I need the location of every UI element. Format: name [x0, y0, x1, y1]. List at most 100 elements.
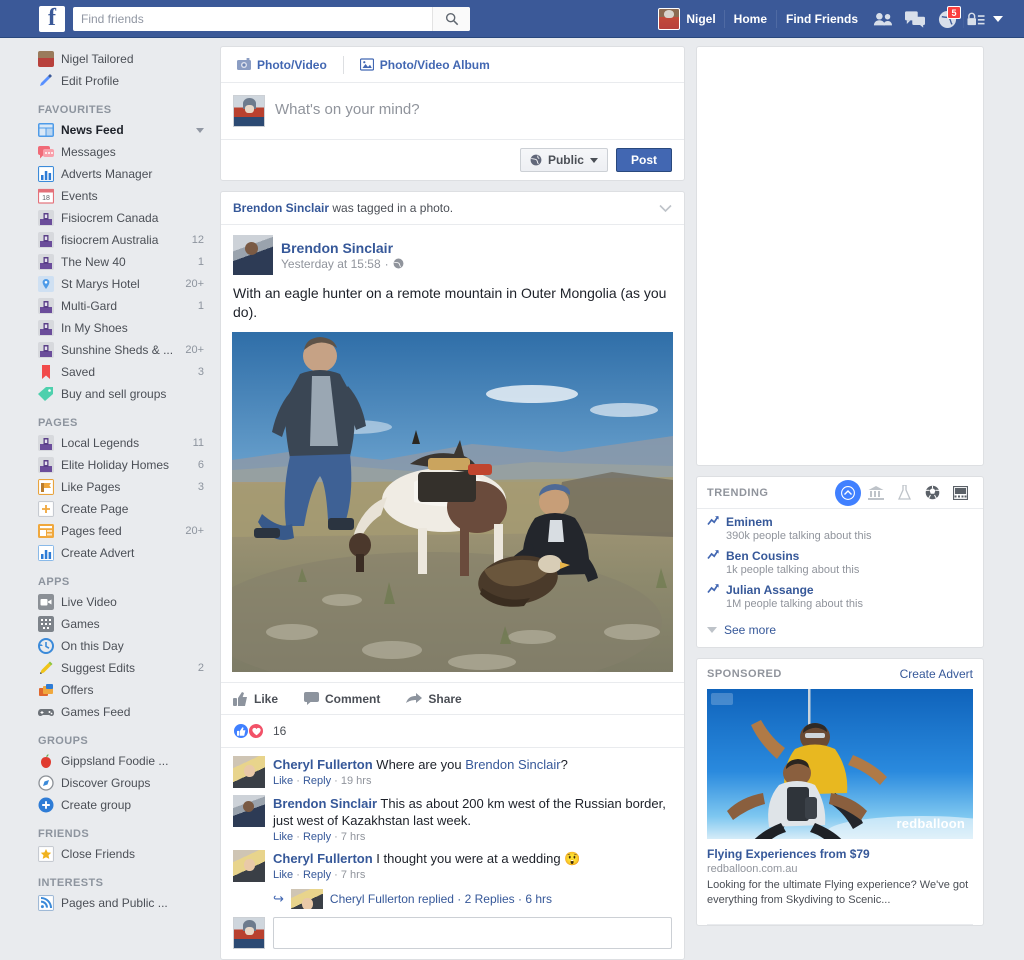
globe-icon [393, 258, 404, 269]
account-menu-icon[interactable] [988, 5, 1008, 33]
replies-summary-row[interactable]: ↪ Cheryl Fullerton replied · 2 Replies · … [273, 889, 672, 909]
sidebar-item-discover-groups[interactable]: Discover Groups [0, 772, 218, 794]
entertainment-icon[interactable] [947, 480, 973, 506]
sidebar-item-fisiocrem-australia[interactable]: fisiocrem Australia 12 [0, 229, 218, 251]
sidebar-item-offers[interactable]: Offers [0, 679, 218, 701]
sidebar-item-messages[interactable]: Messages [0, 141, 218, 163]
sidebar-item-edit-profile[interactable]: Edit Profile [0, 70, 218, 92]
post-author-name[interactable]: Brendon Sinclair [281, 240, 404, 256]
comments-list: Cheryl Fullerton Where are you Brendon S… [221, 748, 684, 909]
nav-profile-link[interactable]: Nigel [650, 5, 723, 33]
search-bar[interactable] [73, 6, 470, 31]
comment-like-button[interactable]: Like [273, 775, 293, 787]
messages-icon[interactable] [899, 5, 931, 33]
status-input[interactable] [275, 95, 672, 118]
trending-item[interactable]: Julian Assange 1M people talking about th… [707, 583, 973, 610]
comment-reply-button[interactable]: Reply [303, 831, 331, 843]
avatar[interactable] [233, 795, 265, 827]
ad-headline[interactable]: Flying Experiences from $79 [707, 847, 973, 861]
sidebar-item-pages-feed[interactable]: Pages feed 20+ [0, 520, 218, 542]
trending-item[interactable]: Eminem 390k people talking about this [707, 515, 973, 542]
comment-author-link[interactable]: Cheryl Fullerton [273, 851, 373, 866]
sidebar-item-events[interactable]: 18 Events [0, 185, 218, 207]
sidebar-item-saved[interactable]: Saved 3 [0, 361, 218, 383]
bookmark-icon [38, 364, 54, 380]
science-icon[interactable] [891, 480, 917, 506]
trending-name[interactable]: Ben Cousins [726, 549, 799, 563]
create-advert-link[interactable]: Create Advert [900, 667, 973, 681]
sponsored-ad-text: Flying Experiences from $79 redballoon.c… [697, 839, 983, 918]
sidebar-item-create-advert[interactable]: Create Advert [0, 542, 218, 564]
post-photo[interactable] [232, 332, 673, 672]
privacy-shortcuts-icon[interactable] [964, 5, 988, 33]
sidebar-item-pages-and-public[interactable]: Pages and Public ... [0, 892, 218, 914]
sidebar-item-games[interactable]: Games [0, 613, 218, 635]
tab-photo-video[interactable]: Photo/Video [233, 58, 331, 72]
sidebar-item-the-new-40[interactable]: The New 40 1 [0, 251, 218, 273]
story-actor-link[interactable]: Brendon Sinclair [233, 201, 329, 215]
sports-icon[interactable] [919, 480, 945, 506]
politics-icon[interactable] [863, 480, 889, 506]
sidebar-item-close-friends[interactable]: Close Friends [0, 843, 218, 865]
comment-author-link[interactable]: Cheryl Fullerton [273, 757, 373, 772]
chevron-down-icon[interactable] [196, 127, 204, 133]
nav-find-friends-link[interactable]: Find Friends [777, 5, 867, 33]
sidebar-item-label: Saved [61, 365, 96, 379]
comment-reply-button[interactable]: Reply [303, 869, 331, 881]
sidebar-item-like-pages[interactable]: Like Pages 3 [0, 476, 218, 498]
post-author-block: Brendon Sinclair Yesterday at 15:58 · [221, 225, 684, 275]
trending-name[interactable]: Julian Assange [726, 583, 814, 597]
avatar[interactable] [233, 756, 265, 788]
reaction-summary[interactable]: 16 [221, 715, 684, 748]
tab-photo-video-album[interactable]: Photo/Video Album [356, 58, 494, 72]
sidebar-item-profile[interactable]: Nigel Tailored [0, 48, 218, 70]
nav-home-link[interactable]: Home [725, 5, 776, 33]
sidebar-item-suggest-edits[interactable]: Suggest Edits 2 [0, 657, 218, 679]
avatar[interactable] [233, 850, 265, 882]
sidebar-item-live-video[interactable]: Live Video [0, 591, 218, 613]
sidebar-item-count: 3 [197, 366, 204, 378]
comment-like-button[interactable]: Like [273, 869, 293, 881]
sidebar-item-gippsland-foodie[interactable]: Gippsland Foodie ... [0, 750, 218, 772]
sidebar-item-local-legends[interactable]: Local Legends 11 [0, 432, 218, 454]
trending-name[interactable]: Eminem [726, 515, 773, 529]
comment-like-button[interactable]: Like [273, 831, 293, 843]
privacy-selector[interactable]: Public [519, 148, 608, 172]
post-options-chevron-down-icon[interactable] [659, 204, 672, 213]
post-button[interactable]: Post [615, 148, 672, 172]
share-button[interactable]: Share [406, 692, 462, 706]
sidebar-item-games-feed[interactable]: Games Feed [0, 701, 218, 723]
notifications-icon[interactable]: 5 [931, 5, 963, 33]
comment-button[interactable]: Comment [304, 692, 380, 706]
comment-author-link[interactable]: Brendon Sinclair [273, 796, 377, 811]
sidebar-item-adverts-manager[interactable]: Adverts Manager [0, 163, 218, 185]
avatar[interactable] [233, 235, 273, 275]
trending-all-icon[interactable] [835, 479, 861, 506]
sidebar-item-sunshine-sheds[interactable]: Sunshine Sheds & ... 20+ [0, 339, 218, 361]
comment-meta: Like · Reply · 19 hrs [273, 775, 372, 787]
sidebar-item-multi-gard[interactable]: Multi-Gard 1 [0, 295, 218, 317]
facebook-logo[interactable]: f [39, 5, 65, 32]
sidebar-item-news-feed[interactable]: News Feed [0, 119, 218, 141]
sidebar-item-buy-and-sell-groups[interactable]: Buy and sell groups [0, 383, 218, 405]
sidebar-item-on-this-day[interactable]: On this Day [0, 635, 218, 657]
sidebar-item-elite-holiday-homes[interactable]: Elite Holiday Homes 6 [0, 454, 218, 476]
comment-mention-link[interactable]: Brendon Sinclair [465, 757, 560, 772]
sidebar-item-label: Offers [61, 683, 94, 697]
comment-reply-button[interactable]: Reply [303, 775, 331, 787]
like-button[interactable]: Like [233, 691, 278, 706]
search-icon[interactable] [432, 6, 470, 31]
post-timestamp[interactable]: Yesterday at 15:58 [281, 257, 381, 271]
sidebar-item-create-page[interactable]: Create Page [0, 498, 218, 520]
sponsored-ad-image[interactable]: redballoon [707, 689, 973, 839]
comment-input[interactable] [273, 917, 672, 949]
sidebar-item-st-marys-hotel[interactable]: St Marys Hotel 20+ [0, 273, 218, 295]
see-more-button[interactable]: See more [707, 621, 973, 643]
sidebar-item-in-my-shoes[interactable]: In My Shoes [0, 317, 218, 339]
sidebar-item-create-group[interactable]: Create group [0, 794, 218, 816]
friend-requests-icon[interactable] [867, 5, 899, 33]
trending-item[interactable]: Ben Cousins 1k people talking about this [707, 549, 973, 576]
trending-up-icon [707, 549, 720, 576]
search-input[interactable] [73, 7, 432, 30]
sidebar-item-fisiocrem-canada[interactable]: Fisiocrem Canada [0, 207, 218, 229]
